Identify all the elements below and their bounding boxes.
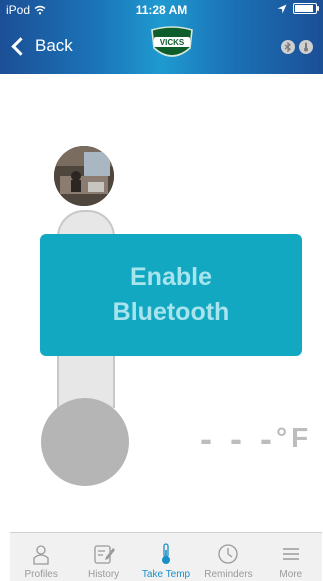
vicks-logo: VICKS [151,26,193,57]
menu-icon [282,548,299,560]
back-button[interactable]: Back [10,36,73,56]
temperature-unit: °F [275,422,313,453]
battery-icon [293,3,319,14]
navigation-bar: iPod 11:28 AM Back VICKS [0,0,323,74]
tab-bar: Profiles History Take Temp Reminders Mor… [10,532,322,581]
tab-profiles[interactable]: Profiles [10,533,72,581]
profile-icon [33,545,49,565]
thermometer-bulb [41,398,129,486]
tab-more-label: More [279,569,303,580]
logo-text: VICKS [160,38,185,47]
status-time: 11:28 AM [135,3,188,17]
bluetooth-icon [281,40,295,54]
back-label: Back [35,36,73,55]
thermometer-status-icon [299,40,313,54]
tab-take-temp[interactable]: Take Temp [135,533,197,581]
thermometer-icon [162,543,171,564]
temperature-readout: - - -°F [200,418,312,460]
tab-history[interactable]: History [72,533,134,581]
enable-bluetooth-line2: Bluetooth [112,298,230,326]
clock-icon [218,544,239,564]
tab-profiles-label: Profiles [24,569,58,580]
location-arrow-icon [277,4,287,13]
tab-reminders[interactable]: Reminders [197,533,259,581]
enable-bluetooth-text: Enable Bluetooth [113,260,230,330]
tab-more[interactable]: More [260,533,322,581]
tab-reminders-label: Reminders [204,569,253,580]
profile-avatar[interactable] [54,146,114,206]
status-bar: iPod 11:28 AM [0,0,323,20]
chevron-left-icon [11,36,30,56]
avatar-photo [54,146,114,206]
tab-take-temp-label: Take Temp [141,569,191,580]
status-right [277,3,319,14]
history-icon [93,545,115,564]
temperature-value: - - - [200,418,276,459]
nav-status-icons [281,40,313,54]
enable-bluetooth-button[interactable]: Enable Bluetooth [40,234,302,356]
enable-bluetooth-line1: Enable [130,263,212,291]
tab-history-label: History [88,569,120,580]
